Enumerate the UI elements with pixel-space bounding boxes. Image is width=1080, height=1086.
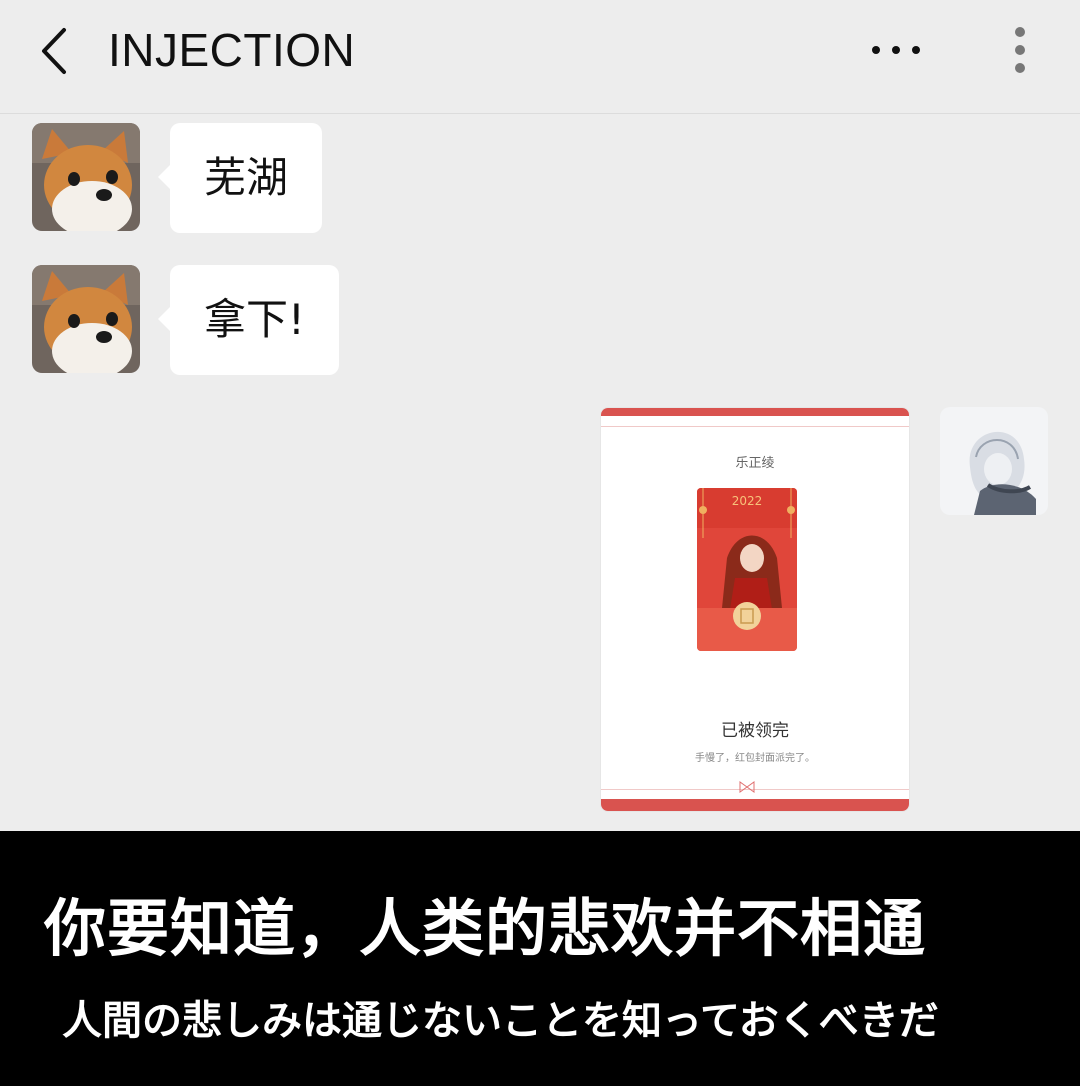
red-packet-sender: 乐正绫: [735, 456, 775, 471]
ribbon-bow-icon: [739, 781, 755, 793]
divider: [601, 426, 909, 427]
card-top-band: [601, 408, 909, 416]
chinese-subtitle: 你要知道，人类的悲欢并不相通: [44, 892, 927, 965]
red-packet-note: 手慢了，红包封面派完了。: [695, 753, 815, 764]
user-avatar[interactable]: [940, 407, 1048, 515]
corgi-avatar[interactable]: [32, 123, 140, 231]
chevron-left-icon[interactable]: [36, 26, 76, 76]
red-packet-card[interactable]: 乐正绫 2022 已被领完 手慢了，红包封面派完了。: [600, 407, 910, 812]
more-vertical-icon[interactable]: [1008, 26, 1032, 74]
chat-title: INJECTION: [108, 24, 356, 76]
red-envelope-cover-image: 2022: [697, 488, 797, 651]
message-bubble[interactable]: 芜湖: [157, 123, 323, 233]
chat-header: INJECTION: [0, 0, 1080, 114]
message-bubble[interactable]: 拿下!: [158, 265, 339, 375]
card-bottom-band: [601, 799, 909, 811]
red-packet-status: 已被领完: [721, 721, 789, 741]
corgi-avatar[interactable]: [32, 265, 140, 373]
more-horizontal-icon[interactable]: [868, 40, 924, 60]
japanese-subtitle: 人間の悲しみは通じないことを知っておくべきだ: [62, 998, 939, 1044]
envelope-year-text: 2022: [732, 494, 763, 508]
